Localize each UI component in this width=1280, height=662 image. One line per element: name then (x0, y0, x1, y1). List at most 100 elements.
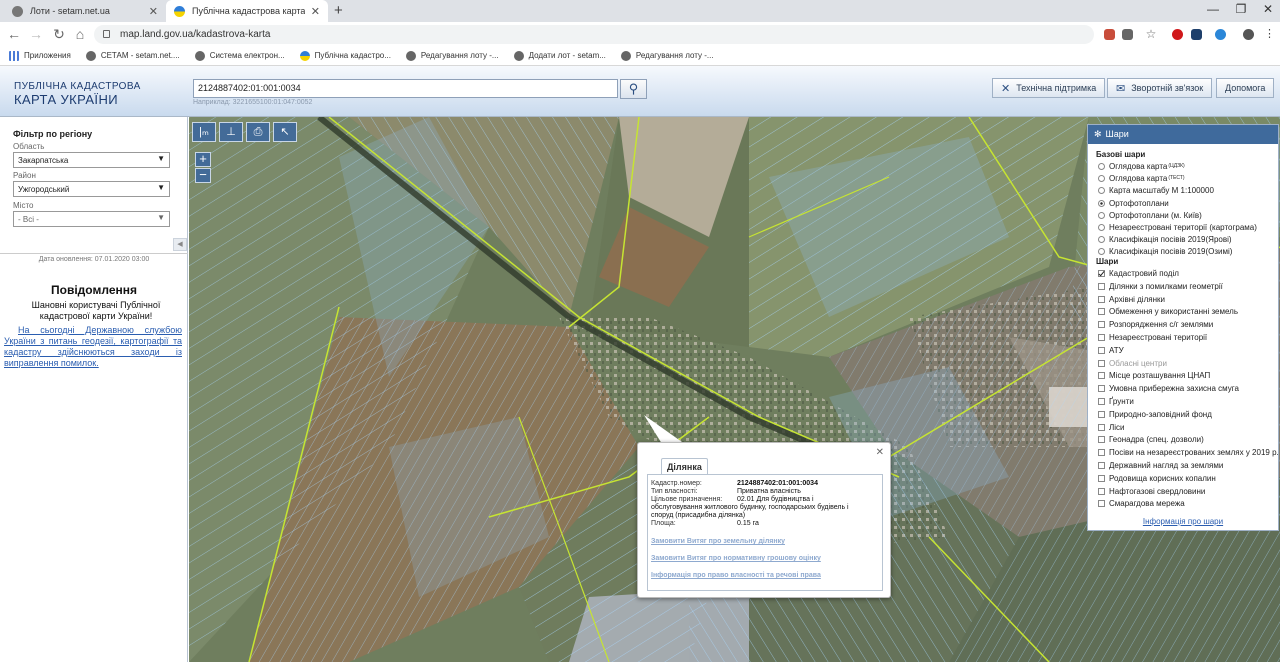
measure-area-icon[interactable]: ⊥ (219, 122, 243, 142)
search-button[interactable]: ⚲ (620, 79, 647, 99)
close-window-icon[interactable]: ✕ (1261, 2, 1275, 16)
overlay-layer-option[interactable]: Ліси (1098, 423, 1125, 432)
checkbox[interactable] (1098, 308, 1105, 316)
overlay-layer-option[interactable]: Смарагдова мережа (1098, 499, 1185, 508)
minimize-icon[interactable]: — (1206, 2, 1220, 16)
reload-icon[interactable]: ↻ (51, 26, 67, 42)
checkbox[interactable] (1098, 410, 1105, 418)
checkbox[interactable] (1098, 372, 1105, 380)
checkbox[interactable] (1098, 270, 1105, 277)
base-layer-option[interactable]: Ортофотоплани (1098, 199, 1169, 208)
close-tab-icon[interactable]: ✕ (149, 5, 158, 18)
overlay-layer-option[interactable]: Розпорядження с/г землями (1098, 320, 1213, 329)
layers-header[interactable]: ✻ Шари (1088, 125, 1278, 144)
radio-button[interactable] (1098, 175, 1105, 183)
bookmark-setam[interactable]: СЕТАМ - setam.net.... (85, 50, 180, 61)
overlay-layer-option[interactable]: Ділянки з помилками геометрії (1098, 282, 1223, 291)
new-tab-button[interactable]: + (334, 2, 343, 19)
checkbox[interactable] (1098, 385, 1105, 393)
overlay-layer-option[interactable]: Обмеження у використанні земель (1098, 307, 1238, 316)
tab-parcel[interactable]: Ділянка (661, 458, 708, 475)
cadastral-search-input[interactable]: 2124887402:01:001:0034 (193, 79, 618, 98)
radio-button[interactable] (1098, 199, 1105, 207)
profile-avatar-icon[interactable] (1243, 29, 1254, 40)
overlay-layer-option[interactable]: Державний нагляд за землями (1098, 461, 1223, 470)
browser-tab-setam[interactable]: Лоти - setam.net.ua ✕ (4, 0, 166, 22)
close-tab-icon[interactable]: ✕ (311, 5, 320, 18)
base-layer-option[interactable]: Оглядова карта (ТЕСТ) (1098, 174, 1185, 183)
overlay-layer-option[interactable]: Геонадра (спец. дозволи) (1098, 435, 1204, 444)
extension-icon[interactable] (1215, 29, 1226, 40)
close-icon[interactable]: ✕ (876, 447, 884, 458)
overlay-layer-option[interactable]: Обласні центри (1098, 359, 1167, 368)
radio-button[interactable] (1098, 224, 1105, 231)
overlay-layer-option[interactable]: Незареєстровані території (1098, 333, 1207, 342)
radio-button[interactable] (1098, 187, 1105, 195)
base-layer-option[interactable]: Класифікація посівів 2019(Ярові) (1098, 235, 1232, 244)
city-select[interactable]: - Всі - ▼ (13, 211, 170, 227)
order-extract-link[interactable]: Замовити Витяг про земельну ділянку (651, 538, 785, 545)
checkbox[interactable] (1098, 295, 1105, 303)
bookmark-star-icon[interactable]: ☆ (1143, 26, 1159, 42)
extension-icon[interactable] (1191, 29, 1202, 40)
overlay-layer-option[interactable]: Нафтогазові свердловини (1098, 487, 1205, 496)
zoom-out-button[interactable]: − (195, 168, 211, 183)
maximize-icon[interactable]: ❐ (1234, 2, 1248, 16)
forward-icon[interactable]: → (28, 26, 44, 42)
bookmark-edit-lot[interactable]: Редагування лоту -... (405, 50, 499, 61)
radio-button[interactable] (1098, 163, 1105, 170)
overlay-layer-option[interactable]: Архівні ділянки (1098, 295, 1165, 304)
menu-dots-icon[interactable]: ⋮ (1264, 29, 1275, 40)
checkbox[interactable] (1098, 500, 1105, 508)
measure-distance-icon[interactable]: |ₘ (192, 122, 216, 142)
home-icon[interactable]: ⌂ (72, 26, 88, 42)
help-button[interactable]: Допомога (1216, 78, 1275, 98)
tech-support-button[interactable]: ✕ Технічна підтримка (992, 78, 1106, 98)
url-field[interactable]: map.land.gov.ua/kadastrova-karta (94, 25, 1094, 44)
overlay-layer-option[interactable]: Ґрунти (1098, 397, 1134, 406)
radio-button[interactable] (1098, 236, 1105, 244)
radio-button[interactable] (1098, 211, 1105, 219)
opera-icon[interactable] (1172, 29, 1183, 40)
browser-tab-kadastr[interactable]: Публічна кадастрова карта Укр ✕ (166, 0, 328, 22)
collapse-panel-button[interactable]: ◀ (173, 238, 187, 251)
message-link[interactable]: На сьогодні Державною службою України з … (4, 325, 182, 369)
bookmark-kadastr[interactable]: Публічна кадастро... (299, 50, 391, 61)
overlay-layer-option[interactable]: Кадастровий поділ (1098, 269, 1179, 278)
base-layer-option[interactable]: Незареєстровані території (картограма) (1098, 223, 1257, 232)
checkbox[interactable] (1098, 487, 1105, 495)
base-layer-option[interactable]: Класифікація посівів 2019(Озимі) (1098, 247, 1232, 256)
layers-info-link[interactable]: Інформація про шари (1088, 517, 1278, 526)
zoom-in-button[interactable]: + (195, 152, 211, 167)
checkbox[interactable] (1098, 398, 1105, 405)
overlay-layer-option[interactable]: Умовна прибережна захисна смуга (1098, 384, 1239, 393)
checkbox[interactable] (1098, 334, 1105, 341)
checkbox[interactable] (1098, 321, 1105, 329)
checkbox[interactable] (1098, 449, 1105, 457)
bookmark-edit-lot-2[interactable]: Редагування лоту -... (620, 50, 714, 61)
checkbox[interactable] (1098, 359, 1105, 367)
checkbox[interactable] (1098, 462, 1105, 469)
back-icon[interactable]: ← (6, 26, 22, 42)
bookmark-add-lot[interactable]: Додати лот - setam... (513, 50, 606, 61)
overlay-layer-option[interactable]: Родовища корисних копалин (1098, 474, 1216, 483)
base-layer-option[interactable]: Ортофотоплани (м. Київ) (1098, 211, 1202, 220)
identify-pointer-icon[interactable]: ↖ (273, 122, 297, 142)
ownership-info-link[interactable]: Інформація про право власності та речові… (651, 572, 821, 579)
feedback-button[interactable]: ✉ Зворотній зв'язок (1107, 78, 1213, 98)
site-logo[interactable]: ПУБЛІЧНА КАДАСТРОВА КАРТА УКРАЇНИ (14, 80, 141, 106)
base-layer-option[interactable]: Оглядова карта (ЦДЗК) (1098, 162, 1185, 171)
overlay-layer-option[interactable]: Місце розташування ЦНАП (1098, 371, 1210, 380)
extension-icon[interactable] (1104, 29, 1115, 40)
checkbox[interactable] (1098, 346, 1105, 354)
bookmark-prozorro[interactable]: Система електрон... (194, 50, 285, 61)
order-valuation-link[interactable]: Замовити Витяг про нормативну грошову оц… (651, 555, 821, 562)
print-icon[interactable]: ⎙ (246, 122, 270, 142)
raion-select[interactable]: Ужгородський ▼ (13, 181, 170, 197)
overlay-layer-option[interactable]: Природно-заповідний фонд (1098, 410, 1212, 419)
checkbox[interactable] (1098, 423, 1105, 431)
checkbox[interactable] (1098, 282, 1105, 290)
base-layer-option[interactable]: Карта масштабу М 1:100000 (1098, 186, 1214, 195)
radio-button[interactable] (1098, 248, 1105, 256)
oblast-select[interactable]: Закарпатська ▼ (13, 152, 170, 168)
